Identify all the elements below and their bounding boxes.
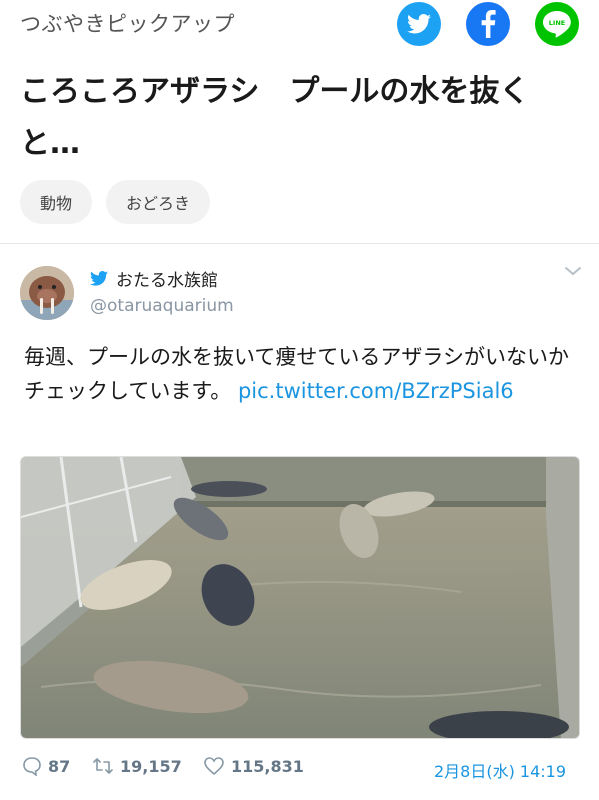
tweet-header: おたる水族館 @otaruaquarium: [0, 262, 599, 322]
line-share-button[interactable]: LINE: [535, 2, 579, 46]
line-icon: LINE: [543, 11, 571, 38]
line-icon-label: LINE: [549, 19, 565, 27]
tag-surprise[interactable]: おどろき: [106, 180, 211, 224]
tweet-actions: 87 19,157 115,831 2月8日(水) 14:19: [0, 752, 599, 786]
section-label: つぶやきピックアップ: [20, 12, 235, 36]
divider: [0, 243, 599, 244]
tweet-photo[interactable]: [20, 456, 580, 739]
reply-icon: [23, 757, 41, 776]
retweet-icon: [93, 758, 113, 774]
display-name[interactable]: おたる水族館: [116, 266, 218, 291]
top-bar: つぶやきピックアップ LINE: [0, 0, 599, 48]
tag-list: 動物 おどろき: [20, 180, 211, 224]
tweet-media-link[interactable]: pic.twitter.com/BZrzPSial6: [238, 379, 514, 403]
retweet-count: 19,157: [120, 756, 182, 776]
retweet-button[interactable]: 19,157: [92, 756, 182, 776]
reply-count: 87: [48, 756, 71, 776]
user-line: おたる水族館: [90, 266, 218, 291]
like-count: 115,831: [231, 756, 304, 776]
chevron-down-icon: [565, 267, 581, 276]
reply-button[interactable]: 87: [22, 756, 70, 776]
tweet-menu-button[interactable]: [564, 262, 582, 281]
twitter-bird-icon: [407, 14, 431, 34]
article-title: ころころアザラシ プールの水を抜くと…: [20, 74, 530, 161]
heart-icon: [204, 757, 224, 776]
tweet-timestamp[interactable]: 2月8日(水) 14:19: [434, 758, 566, 782]
like-button[interactable]: 115,831: [203, 756, 304, 776]
twitter-bird-icon: [90, 271, 108, 286]
seals-pool-image: [21, 457, 579, 738]
walrus-avatar-icon: [20, 266, 74, 320]
twitter-share-button[interactable]: [397, 2, 441, 46]
user-handle[interactable]: @otaruaquarium: [90, 296, 234, 316]
tag-animals[interactable]: 動物: [20, 180, 93, 224]
avatar[interactable]: [20, 266, 74, 320]
facebook-share-button[interactable]: [466, 2, 510, 46]
facebook-f-icon: [481, 10, 496, 38]
tweet-text: 毎週、プールの水を抜いて痩せているアザラシがいないかチェックしています。 pic…: [24, 340, 584, 408]
